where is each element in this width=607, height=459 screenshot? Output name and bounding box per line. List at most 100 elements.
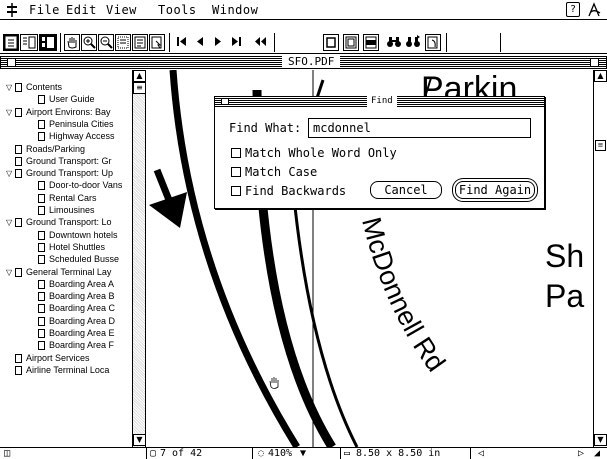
expand-triangle-icon[interactable]: ▽ xyxy=(6,107,15,118)
toolbar xyxy=(0,32,607,54)
scroll-thumb[interactable]: ≡ xyxy=(595,140,606,151)
bookmark-item[interactable]: Peninsula Cities xyxy=(38,119,114,130)
bookmark-label: Airport Environs: Bay xyxy=(26,106,111,117)
scroll-down-icon[interactable]: ▼ xyxy=(594,434,607,446)
bookmark-item[interactable]: Scheduled Busse xyxy=(38,254,119,265)
bookmark-item[interactable]: ▽ Airport Environs: Bay xyxy=(6,107,111,118)
road-label-text: McDonnell Rd xyxy=(356,214,451,377)
link-tool-button[interactable] xyxy=(149,34,165,51)
bookmark-item[interactable]: ▽ General Terminal Lay xyxy=(6,267,111,278)
bookmark-item[interactable]: ▽ Ground Transport: Up xyxy=(6,168,113,179)
menu-window[interactable]: Window xyxy=(212,3,258,17)
expand-triangle-icon[interactable]: ▽ xyxy=(6,82,15,93)
scroll-down-icon[interactable]: ▼ xyxy=(133,434,145,446)
expand-triangle-icon[interactable]: ▽ xyxy=(6,168,15,179)
bookmark-item[interactable]: Limousines xyxy=(38,205,95,216)
first-page-button[interactable] xyxy=(174,34,190,51)
thumbnails-and-page-button[interactable] xyxy=(39,34,57,51)
zoom-level-field[interactable]: 410% xyxy=(268,448,292,459)
bookmark-page-icon xyxy=(15,218,22,228)
bookmark-item[interactable]: Highway Access xyxy=(38,131,115,142)
page-only-button[interactable] xyxy=(3,34,19,51)
expand-triangle-icon[interactable]: ▽ xyxy=(6,217,15,228)
text-select-button[interactable] xyxy=(115,34,131,51)
scroll-right-icon[interactable]: ▷ xyxy=(578,448,584,459)
match-case-checkbox[interactable]: Match Case xyxy=(231,165,317,179)
fit-width-button[interactable] xyxy=(363,34,379,51)
column-select-button[interactable] xyxy=(132,34,148,51)
bookmarks-scrollbar[interactable]: ▲ ≡ ▼ xyxy=(132,70,145,447)
zoom-dropdown-icon[interactable]: ▼ xyxy=(300,448,306,459)
bookmark-label: Limousines xyxy=(49,205,95,215)
bookmark-item[interactable]: Boarding Area B xyxy=(38,291,115,302)
acrobat-app-icon[interactable] xyxy=(586,2,602,18)
scroll-thumb[interactable]: ≡ xyxy=(133,82,145,94)
bookmark-page-icon xyxy=(15,267,22,277)
menu-view[interactable]: View xyxy=(106,3,137,17)
menu-tools[interactable]: Tools xyxy=(158,3,197,17)
scroll-up-icon[interactable]: ▲ xyxy=(133,70,145,82)
bookmark-item[interactable]: ▽ Ground Transport: Lo xyxy=(6,217,112,228)
zoom-out-button[interactable] xyxy=(98,34,114,51)
bookmark-item[interactable]: Boarding Area C xyxy=(38,303,115,314)
zoom-box-icon[interactable] xyxy=(590,58,599,67)
window-title: SFO.PDF xyxy=(282,56,341,68)
find-dialog-titlebar[interactable]: Find xyxy=(215,95,544,107)
bookmark-item[interactable]: Downtown hotels xyxy=(38,230,118,241)
acrobat-button[interactable] xyxy=(425,34,441,51)
bookmark-item[interactable]: Ground Transport: Gr xyxy=(6,156,112,167)
bookmark-label: Door-to-door Vans xyxy=(49,180,123,191)
bookmark-item[interactable]: Roads/Parking xyxy=(6,144,85,155)
checkbox-icon[interactable] xyxy=(231,186,241,196)
find-again-button[interactable] xyxy=(405,34,421,51)
apple-menu-icon[interactable] xyxy=(6,3,18,17)
scroll-up-icon[interactable]: ▲ xyxy=(594,70,607,82)
previous-page-button[interactable] xyxy=(192,34,208,51)
bookmark-label: Downtown hotels xyxy=(49,229,118,240)
find-button[interactable] xyxy=(386,34,402,51)
bookmark-item[interactable]: User Guide xyxy=(38,94,95,105)
resize-icon[interactable]: ◢ xyxy=(594,448,600,459)
actual-size-button[interactable] xyxy=(323,34,339,51)
find-again-dialog-button[interactable]: Find Again xyxy=(455,181,535,199)
help-icon[interactable]: ? xyxy=(566,2,580,17)
expand-triangle-icon[interactable]: ▽ xyxy=(6,267,15,278)
bookmark-page-icon xyxy=(38,329,45,338)
bookmark-item[interactable]: Airport Services xyxy=(6,353,90,364)
last-page-button[interactable] xyxy=(228,34,244,51)
menu-edit[interactable]: Edit xyxy=(66,3,97,17)
page-only-icon xyxy=(5,36,17,49)
zoom-out-icon xyxy=(100,36,113,49)
close-box-icon[interactable] xyxy=(7,58,16,67)
find-backwards-checkbox[interactable]: Find Backwards xyxy=(231,184,346,198)
hand-tool-button[interactable] xyxy=(64,34,80,51)
next-page-button[interactable] xyxy=(210,34,226,51)
dialog-close-box-icon[interactable] xyxy=(221,98,229,105)
bookmark-item[interactable]: ▽ Contents xyxy=(6,82,62,93)
fit-page-button[interactable] xyxy=(343,34,359,51)
bookmarks-and-page-button[interactable] xyxy=(20,34,38,51)
find-what-input[interactable]: mcdonnel xyxy=(308,118,531,138)
bookmark-item[interactable]: Door-to-door Vans xyxy=(38,180,122,191)
go-back-button[interactable] xyxy=(252,34,268,51)
bookmark-item[interactable]: Rental Cars xyxy=(38,193,97,204)
bookmark-item[interactable]: Boarding Area D xyxy=(38,316,115,327)
checkbox-icon[interactable] xyxy=(231,148,241,158)
vertical-scrollbar[interactable]: ▲ ≡ ▼ xyxy=(593,70,607,447)
zoom-in-icon xyxy=(83,36,96,49)
bookmarks-panel-icon xyxy=(23,36,36,49)
bookmark-item[interactable]: Boarding Area F xyxy=(38,340,114,351)
grow-box-icon[interactable]: ◫ xyxy=(4,448,10,459)
menu-file[interactable]: File xyxy=(29,3,60,17)
bookmark-item[interactable]: Hotel Shuttles xyxy=(38,242,105,253)
document-window-titlebar[interactable]: SFO.PDF xyxy=(0,56,607,69)
page-number-field[interactable]: 7 of 42 xyxy=(160,448,202,459)
checkbox-icon[interactable] xyxy=(231,167,241,177)
match-whole-word-checkbox[interactable]: Match Whole Word Only xyxy=(231,146,397,160)
cancel-button[interactable]: Cancel xyxy=(370,181,442,199)
scroll-left-icon[interactable]: ◁ xyxy=(478,448,484,459)
bookmark-item[interactable]: Airline Terminal Loca xyxy=(6,365,109,376)
zoom-in-button[interactable] xyxy=(81,34,97,51)
bookmark-item[interactable]: Boarding Area E xyxy=(38,328,115,339)
bookmark-item[interactable]: Boarding Area A xyxy=(38,279,114,290)
